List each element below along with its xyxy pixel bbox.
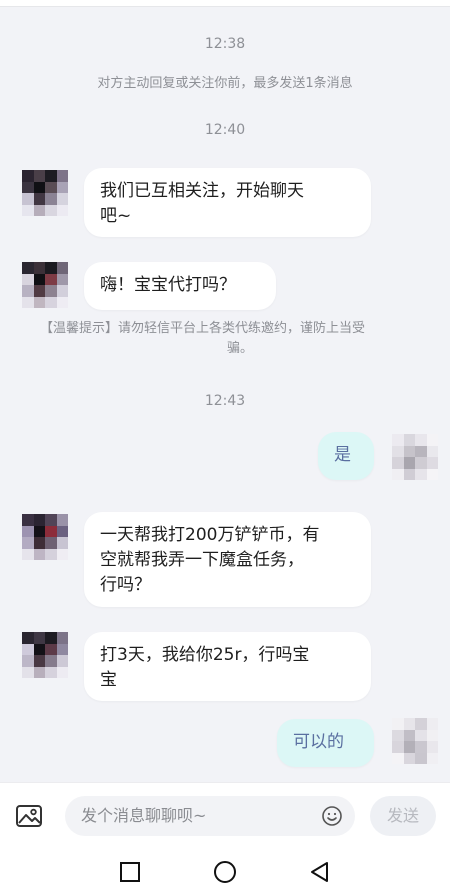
avatar[interactable] (22, 514, 68, 560)
message-input-bar: 发个消息聊聊呗~ 发送 (0, 782, 450, 849)
message-text: 打3天，我给你25r，行吗宝 (100, 645, 310, 665)
warning-line: 【温馨提示】请勿轻信平台上各类代练邀约，谨防上当受 (40, 321, 366, 336)
message-bubble[interactable]: 我们已互相关注，开始聊天 吧~ (84, 168, 371, 237)
timestamp: 12:43 (204, 393, 246, 409)
message-text: 嗨！宝宝代打吗？ (100, 275, 236, 295)
message-text: 可以的 (293, 732, 344, 752)
timestamp: 12:38 (204, 36, 246, 52)
message-bubble[interactable]: 嗨！宝宝代打吗？ (84, 262, 276, 310)
input-placeholder: 发个消息聊聊呗~ (81, 806, 207, 825)
message-text: 行吗？ (100, 575, 151, 595)
send-button[interactable]: 发送 (370, 796, 436, 836)
message-bubble[interactable]: 一天帮我打200万铲铲币，有 空就帮我弄一下魔盒任务， 行吗？ (84, 512, 371, 607)
message-text: 是 (334, 445, 351, 465)
avatar[interactable] (22, 262, 68, 308)
avatar[interactable] (22, 632, 68, 678)
warning-notice: 【温馨提示】请勿轻信平台上各类代练邀约，谨防上当受 骗。 (40, 319, 440, 359)
message-input[interactable]: 发个消息聊聊呗~ (65, 796, 355, 836)
my-message-bubble[interactable]: 可以的 (277, 719, 374, 767)
navigation-bar (0, 848, 450, 896)
message-text: 我们已互相关注，开始聊天 (100, 181, 304, 201)
square-icon[interactable] (118, 860, 142, 884)
warning-line: 骗。 (226, 341, 253, 356)
avatar[interactable] (22, 170, 68, 216)
system-notice: 对方主动回复或关注你前，最多发送1条消息 (97, 76, 353, 91)
triangle-back-icon[interactable] (308, 860, 332, 884)
message-text: 一天帮我打200万铲铲币，有 (100, 525, 320, 545)
smiley-icon[interactable] (321, 805, 343, 827)
message-text: 宝 (100, 670, 117, 690)
timestamp: 12:40 (204, 122, 246, 138)
message-text: 吧~ (100, 206, 132, 226)
my-avatar[interactable] (392, 718, 438, 764)
my-message-bubble[interactable]: 是 (318, 432, 374, 480)
image-icon[interactable] (15, 802, 43, 830)
chat-area[interactable]: 12:38 对方主动回复或关注你前，最多发送1条消息 12:40 我们已互相关注… (0, 6, 450, 782)
circle-icon[interactable] (213, 860, 237, 884)
message-text: 空就帮我弄一下魔盒任务， (100, 550, 304, 570)
message-bubble[interactable]: 打3天，我给你25r，行吗宝 宝 (84, 632, 371, 701)
my-avatar[interactable] (392, 434, 438, 480)
